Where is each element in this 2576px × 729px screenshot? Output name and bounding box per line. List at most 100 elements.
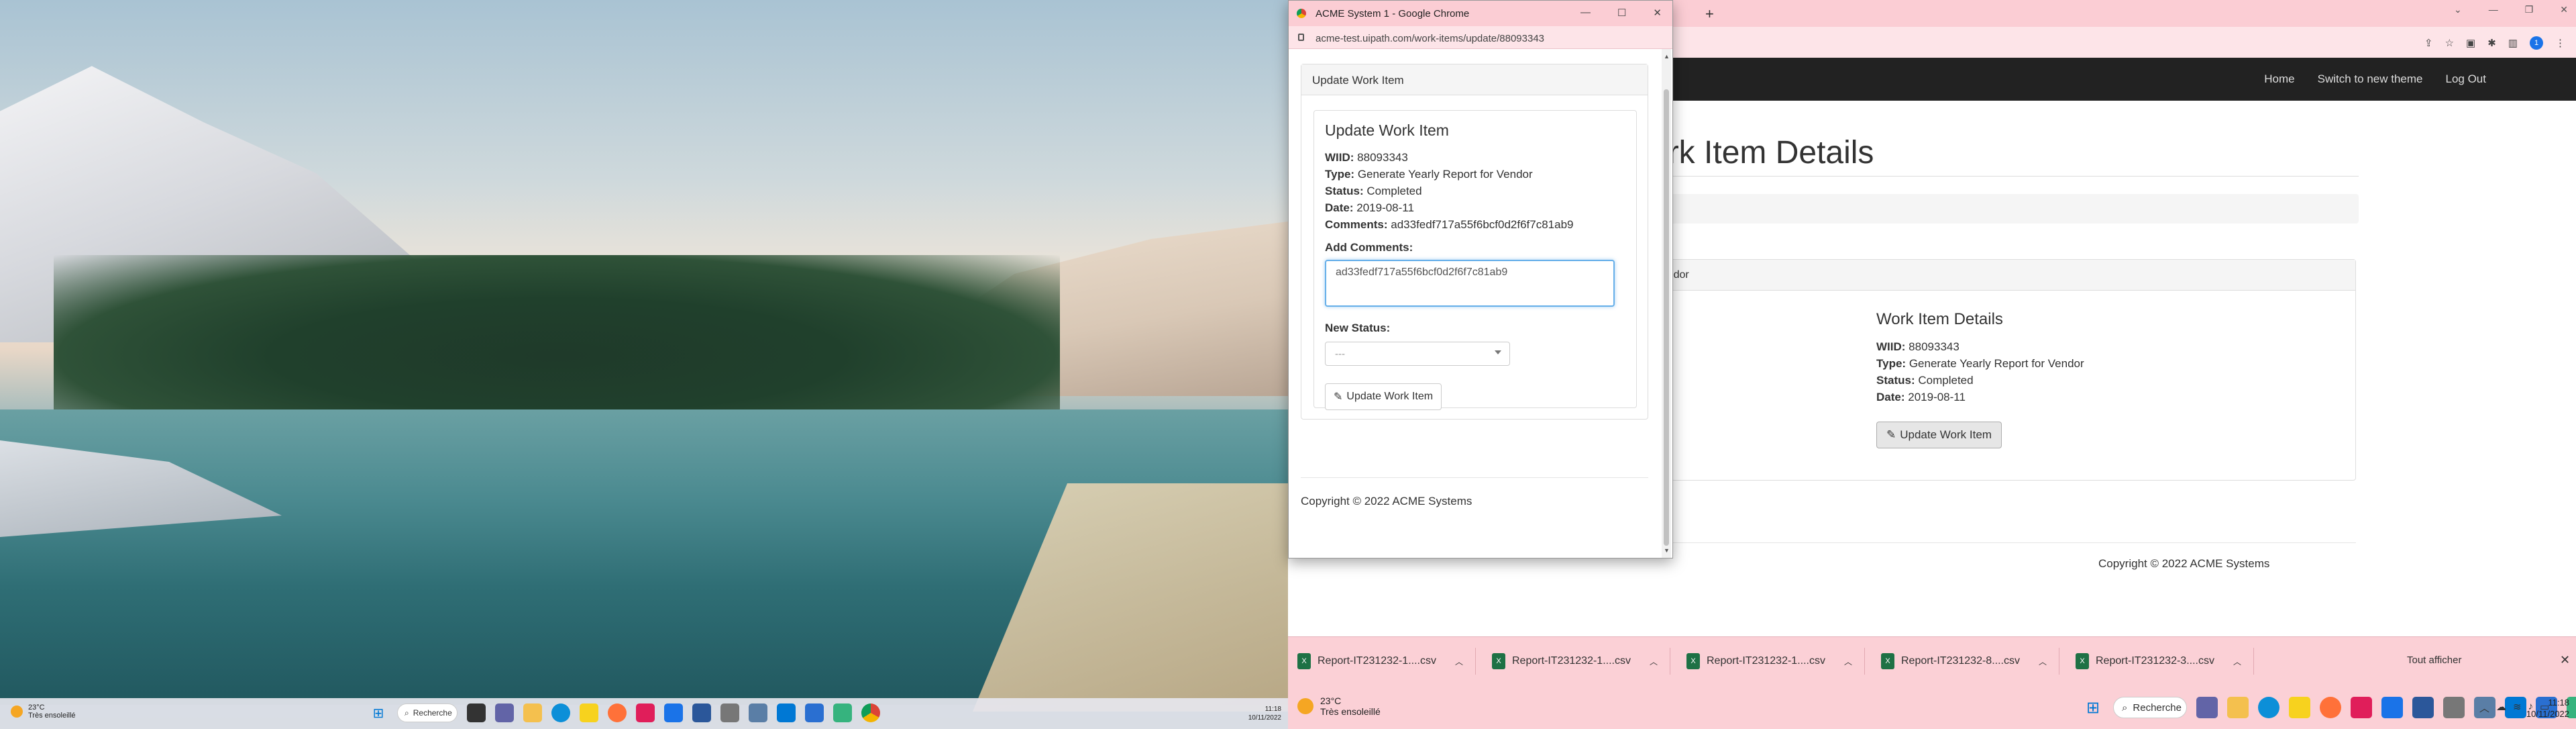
download-item[interactable]: X Report-IT231232-8....csv ︿ [1872,648,2059,675]
maximize-icon[interactable]: ☐ [1617,7,1626,19]
taskbar-search[interactable]: ⌕ Recherche [397,703,458,722]
taskbar-clock[interactable]: 11:18 10/11/2022 [2526,697,2569,720]
button-label: Update Work Item [1900,428,1992,441]
forest [54,255,1060,423]
windows-start-icon[interactable]: ⊞ [369,703,388,722]
file-explorer-icon[interactable] [2227,697,2249,718]
wifi-icon[interactable]: ≋ [2513,701,2522,715]
clock-time: 11:18 [1265,706,1281,713]
slack-icon[interactable] [636,703,655,722]
file-explorer-icon[interactable] [523,703,542,722]
extension-icon[interactable]: ▣ [2466,37,2475,49]
search-label: Recherche [2133,701,2182,714]
edge-icon[interactable] [2258,697,2279,718]
pencil-icon: ✎ [1334,391,1343,403]
pencil-icon: ✎ [1886,428,1896,441]
close-icon[interactable]: ✕ [1653,7,1662,19]
nav-switch-theme[interactable]: Switch to new theme [2318,72,2423,86]
new-status-select[interactable]: --- [1325,342,1510,366]
popup-page: Update Work Item Update Work Item WIID: … [1289,49,1660,558]
add-comments-textarea[interactable]: ad33fedf717a55f6bcf0d2f6f7c81ab9 [1325,260,1615,307]
button-label: Update Work Item [1346,391,1434,402]
taskbar-search[interactable]: ⌕ Recherche [2113,697,2187,718]
lock-icon[interactable] [1298,34,1304,41]
scroll-down-icon[interactable]: ▼ [1664,547,1670,554]
add-comments-label: Add Comments: [1325,241,1413,254]
word-icon[interactable] [692,703,711,722]
weather-widget[interactable]: 23°C Très ensoleillé [11,703,76,720]
slack-icon[interactable] [2351,697,2372,718]
details-title: Work Item Details [1876,310,2003,328]
app-icon-s[interactable] [2381,697,2403,718]
search-icon: ⌕ [2122,701,2128,714]
select-value: --- [1335,348,1345,360]
chevron-down-icon[interactable]: ⌄ [2454,4,2462,15]
scroll-up-icon[interactable]: ▲ [1664,53,1670,60]
popup-titlebar[interactable]: ACME System 1 - Google Chrome — ☐ ✕ [1289,1,1672,26]
show-all-downloads[interactable]: Tout afficher [2407,654,2461,666]
remote-desktop-icon[interactable] [805,703,824,722]
windows-start-icon[interactable]: ⊞ [2082,697,2104,718]
download-item[interactable]: X Report-IT231232-1....csv ︿ [1677,648,1865,675]
profile-avatar[interactable]: 1 [2530,36,2543,50]
popup-scrollbar[interactable]: ▲ ▼ [1662,49,1671,558]
update-work-item-button-bg[interactable]: ✎ Update Work Item [1876,422,2002,448]
csv-file-icon: X [1297,653,1311,669]
star-icon[interactable]: ☆ [2445,37,2454,49]
csv-file-icon: X [1492,653,1505,669]
app-icon-s[interactable] [664,703,683,722]
chrome-icon[interactable] [861,703,880,722]
sidebar-icon[interactable]: ▥ [2508,37,2518,49]
scroll-thumb[interactable] [1664,89,1669,546]
outlook-icon[interactable] [777,703,796,722]
download-item[interactable]: X Report-IT231232-1....csv ︿ [1483,648,1670,675]
footer-divider [1301,477,1648,478]
restore-icon[interactable]: ❐ [2525,4,2534,15]
close-icon[interactable]: ✕ [2560,4,2568,15]
detail-type: Type: Generate Yearly Report for Vendor [1876,357,2084,370]
puzzle-icon[interactable]: ✱ [2487,37,2496,49]
chevron-up-icon[interactable]: ︿ [1455,656,1463,667]
chat-icon[interactable] [2196,697,2218,718]
menu-icon[interactable]: ⋮ [2555,37,2565,49]
minimize-icon[interactable]: — [2489,4,2498,15]
notes-icon[interactable] [2289,697,2310,718]
edge-icon[interactable] [551,703,570,722]
notes-icon[interactable] [580,703,598,722]
update-work-item-button[interactable]: ✎ Update Work Item [1325,383,1442,410]
field-comments: Comments: ad33fedf717a55f6bcf0d2f6f7c81a… [1325,218,1574,231]
word-icon[interactable] [2412,697,2434,718]
firefox-icon[interactable] [608,703,627,722]
close-icon[interactable]: ✕ [2560,653,2570,667]
settings-icon[interactable] [720,703,739,722]
download-item[interactable]: X Report-IT231232-1....csv ︿ [1288,648,1476,675]
chevron-up-icon[interactable]: ︿ [1844,656,1852,667]
weather-widget[interactable]: 23°C Très ensoleillé [1297,695,1381,717]
new-tab-button[interactable]: + [1705,5,1714,23]
settings-icon[interactable] [2443,697,2465,718]
share-icon[interactable]: ⇪ [2424,37,2433,49]
task-view-icon[interactable] [467,703,486,722]
search-icon: ⌕ [405,708,409,718]
chart-app-icon[interactable] [749,703,767,722]
clock-date: 10/11/2022 [1248,714,1281,722]
popup-browser-window: ACME System 1 - Google Chrome — ☐ ✕ acme… [1288,0,1673,558]
downloads-bar: X Report-IT231232-1....csv ︿ X Report-IT231… [1288,636,2576,687]
firefox-icon[interactable] [2320,697,2341,718]
taskbar-clock[interactable]: 11:18 10/11/2022 [1248,705,1281,722]
minimize-icon[interactable]: — [1580,7,1591,19]
cloud-icon[interactable]: ☁ [2496,701,2506,715]
url-bar[interactable]: acme-test.uipath.com/work-items/update/8… [1289,26,1672,49]
chevron-up-icon[interactable]: ︿ [2479,701,2489,715]
divider [1650,176,2359,177]
chat-icon[interactable] [495,703,514,722]
nav-home[interactable]: Home [2264,72,2294,86]
nav-log-out[interactable]: Log Out [2446,72,2487,86]
chevron-up-icon[interactable]: ︿ [2039,656,2047,667]
detail-status: Status: Completed [1876,374,1974,387]
chevron-up-icon[interactable]: ︿ [2233,656,2241,667]
chevron-up-icon[interactable]: ︿ [1650,656,1658,667]
uipath-icon[interactable] [833,703,852,722]
download-item[interactable]: X Report-IT231232-3....csv ︿ [2066,648,2254,675]
update-panel: Update Work Item Update Work Item WIID: … [1301,64,1648,420]
